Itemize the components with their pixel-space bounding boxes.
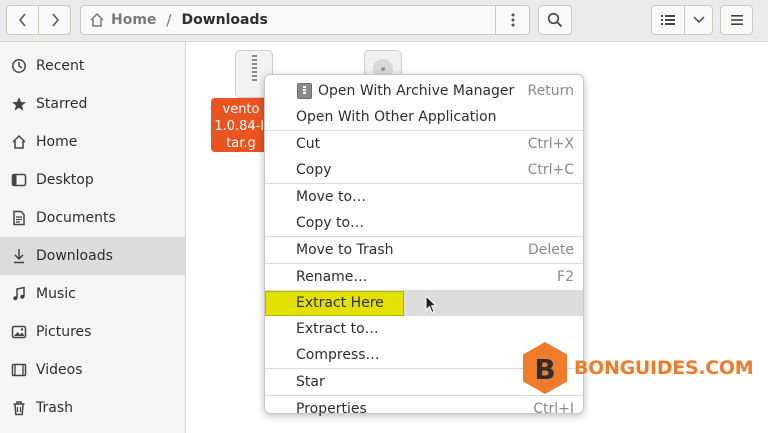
watermark-logo: B BONGUIDES.COM — [520, 340, 754, 396]
download-icon — [10, 247, 28, 265]
menu-item-open-with-archive-manager[interactable]: Open With Archive Manager Return — [265, 78, 583, 104]
watermark-hexagon-icon: B — [523, 342, 567, 394]
menu-item-extract-to[interactable]: Extract to… — [265, 316, 583, 342]
sidebar-item-label: Downloads — [36, 248, 113, 264]
chevron-right-icon — [51, 13, 59, 27]
menu-item-label: Copy to… — [296, 215, 365, 231]
menu-item-rename[interactable]: Rename… F2 — [265, 264, 583, 290]
forward-button[interactable] — [38, 5, 71, 35]
menu-item-label: Rename… — [296, 269, 368, 285]
sidebar-item-desktop[interactable]: Desktop — [0, 161, 185, 199]
menu-item-cut[interactable]: Cut Ctrl+X — [265, 131, 583, 157]
menu-item-properties[interactable]: Properties Ctrl+I — [265, 396, 583, 422]
sidebar-item-label: Home — [36, 134, 78, 150]
mouse-cursor-icon — [425, 295, 437, 314]
sidebar-item-starred[interactable]: Starred — [0, 85, 185, 123]
menu-item-label: Extract Here — [296, 295, 384, 311]
hamburger-icon — [730, 15, 743, 25]
video-icon — [10, 361, 28, 379]
menu-item-label: Open With Other Application — [296, 109, 497, 125]
menu-item-label: Compress… — [296, 347, 380, 363]
header-bar: Home / Downloads — [0, 0, 768, 42]
sidebar-item-recent[interactable]: Recent — [0, 47, 185, 85]
menu-item-label: Move to Trash — [296, 242, 394, 258]
menu-item-label: Copy — [296, 162, 332, 178]
picture-icon — [10, 323, 28, 341]
menu-item-label: Move to… — [296, 189, 367, 205]
menu-item-move-to[interactable]: Move to… — [265, 184, 583, 210]
selected-file-label[interactable]: vento 1.0.84-li tar.g — [211, 98, 271, 152]
menu-item-extract-here[interactable]: Extract Here — [265, 290, 583, 316]
breadcrumb-home-label: Home — [111, 12, 157, 28]
watermark-text: BONGUIDES.COM — [574, 357, 754, 379]
vertical-dots-icon — [511, 13, 514, 27]
sidebar: Recent Starred Home Desktop Documents Do… — [0, 42, 186, 433]
menu-item-label: Star — [296, 374, 325, 390]
path-menu-button[interactable] — [495, 6, 529, 34]
watermark-letter: B — [534, 353, 555, 386]
home-icon — [10, 133, 28, 151]
path-bar: Home / Downloads — [80, 5, 530, 35]
sidebar-item-label: Music — [36, 286, 76, 302]
view-options-button[interactable] — [684, 5, 713, 35]
sidebar-item-trash[interactable]: Trash — [0, 389, 185, 427]
list-view-button[interactable] — [651, 5, 685, 35]
sidebar-item-downloads[interactable]: Downloads — [0, 237, 185, 275]
file-name-text: vento 1.0.84-li tar.g — [214, 102, 268, 151]
sidebar-item-label: Pictures — [36, 324, 92, 340]
menu-item-open-with-other-application[interactable]: Open With Other Application — [265, 104, 583, 130]
menu-item-label: Extract to… — [296, 321, 379, 337]
sidebar-item-home[interactable]: Home — [0, 123, 185, 161]
menu-item-accel: Return — [527, 83, 574, 99]
clock-icon — [10, 57, 28, 75]
sidebar-item-music[interactable]: Music — [0, 275, 185, 313]
document-icon — [10, 209, 28, 227]
sidebar-item-label: Recent — [36, 58, 85, 74]
music-icon — [10, 285, 28, 303]
menu-item-label: Open With Archive Manager — [318, 83, 515, 99]
chevron-down-icon — [692, 16, 705, 24]
breadcrumb-home[interactable]: Home — [81, 6, 156, 34]
desktop-icon — [10, 171, 28, 189]
menu-item-accel: Delete — [528, 242, 574, 258]
breadcrumb-current[interactable]: Downloads — [181, 12, 495, 28]
back-button[interactable] — [6, 5, 39, 35]
star-icon — [10, 95, 28, 113]
list-view-icon — [661, 15, 675, 25]
menu-item-accel: F2 — [557, 269, 574, 285]
archive-manager-icon — [297, 83, 312, 99]
menu-item-accel: Ctrl+I — [533, 401, 574, 417]
sidebar-item-documents[interactable]: Documents — [0, 199, 185, 237]
sidebar-item-label: Trash — [36, 400, 73, 416]
menu-item-label: Properties — [296, 401, 367, 417]
home-icon — [90, 12, 104, 27]
sidebar-item-label: Starred — [36, 96, 88, 112]
menu-item-label: Cut — [296, 136, 321, 152]
chevron-left-icon — [18, 13, 26, 27]
main-menu-button[interactable] — [720, 5, 753, 35]
menu-item-accel: Ctrl+C — [527, 162, 574, 178]
sidebar-item-label: Videos — [36, 362, 83, 378]
sidebar-item-videos[interactable]: Videos — [0, 351, 185, 389]
search-icon — [547, 12, 563, 28]
sidebar-item-label: Documents — [36, 210, 116, 226]
menu-item-copy-to[interactable]: Copy to… — [265, 210, 583, 236]
sidebar-item-label: Desktop — [36, 172, 94, 188]
menu-item-accel: Ctrl+X — [527, 136, 574, 152]
sidebar-item-pictures[interactable]: Pictures — [0, 313, 185, 351]
menu-item-copy[interactable]: Copy Ctrl+C — [265, 157, 583, 183]
menu-item-move-to-trash[interactable]: Move to Trash Delete — [265, 237, 583, 263]
trash-icon — [10, 399, 28, 417]
search-button[interactable] — [538, 5, 572, 35]
breadcrumb-separator: / — [166, 11, 172, 29]
